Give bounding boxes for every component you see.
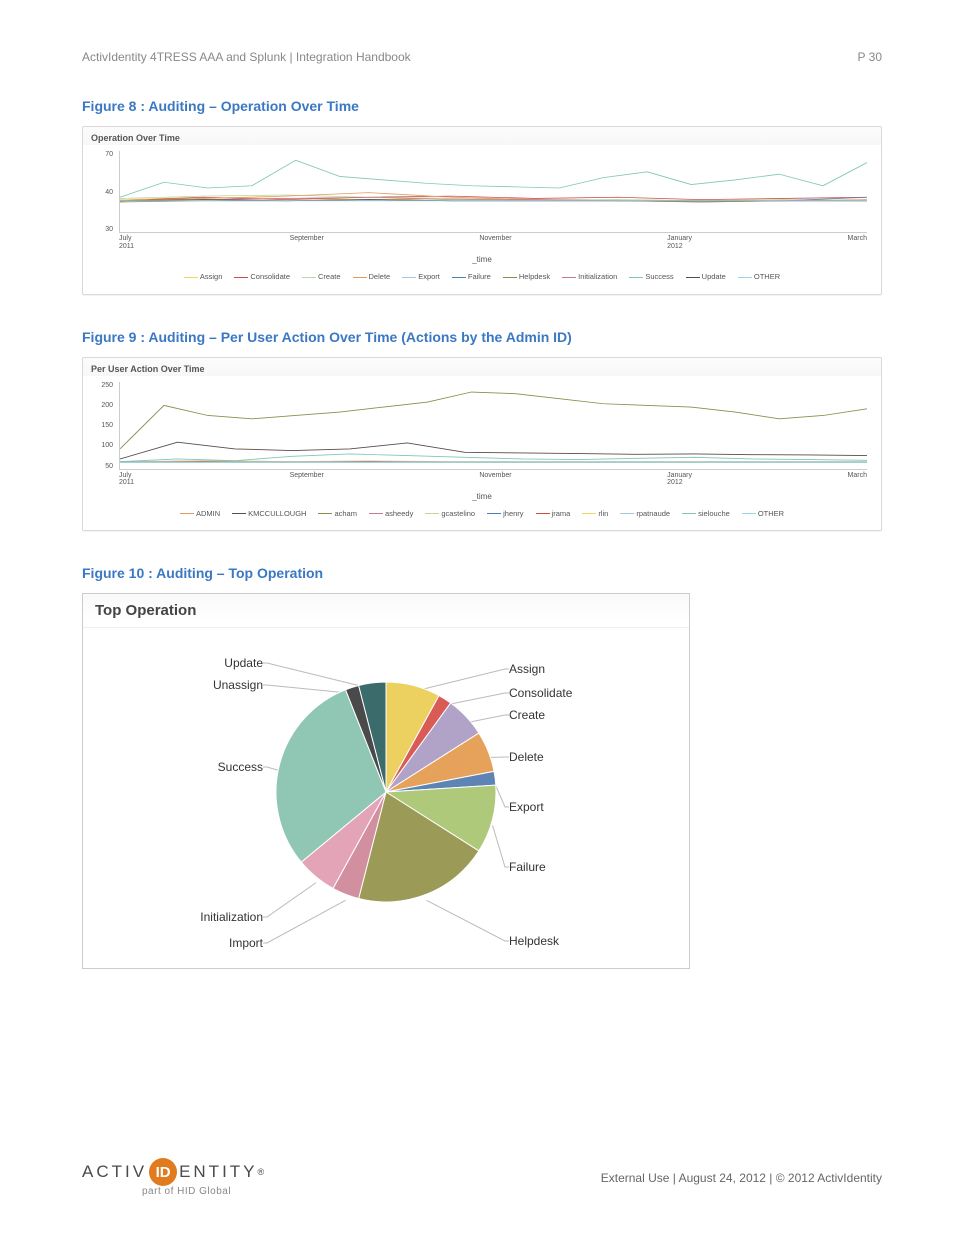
- legend-item: Failure: [452, 270, 491, 284]
- chart2-plot-area: [120, 382, 867, 469]
- legend-item: ADMIN: [180, 507, 220, 521]
- header-page-number: P 30: [858, 50, 882, 64]
- chart-top-operation: Top Operation Import Initialization Succes…: [82, 593, 690, 969]
- legend-item: KMCCULLOUGH: [232, 507, 306, 521]
- legend-item: jrama: [536, 507, 571, 521]
- logo-registered-mark: ®: [258, 1167, 265, 1177]
- legend-item: Initialization: [562, 270, 617, 284]
- chart-per-user-action-over-time: Per User Action Over Time 25020015010050…: [82, 357, 882, 532]
- logo-subtitle: part of HID Global: [142, 1186, 231, 1197]
- legend-item: Assign: [184, 270, 223, 284]
- legend-item: jhenry: [487, 507, 523, 521]
- pie-label: Unassign: [213, 678, 263, 692]
- chart2-x-title: _time: [85, 492, 879, 501]
- legend-item: OTHER: [738, 270, 780, 284]
- pie-label: Delete: [509, 750, 544, 764]
- legend-item: asheedy: [369, 507, 413, 521]
- figure-9-caption: Figure 9 : Auditing – Per User Action Ov…: [82, 329, 882, 345]
- pie-label: Update: [224, 656, 263, 670]
- footer-text: External Use | August 24, 2012 | © 2012 …: [601, 1171, 882, 1185]
- logo-id-badge: ID: [149, 1158, 177, 1186]
- pie-label: Import: [229, 936, 263, 950]
- legend-item: gcastelino: [425, 507, 475, 521]
- figure-8-caption: Figure 8 : Auditing – Operation Over Tim…: [82, 98, 882, 114]
- legend-item: sielouche: [682, 507, 730, 521]
- chart1-y-axis: 704030: [93, 149, 115, 233]
- legend-item: Update: [686, 270, 726, 284]
- activ-identity-logo: ACTIV ID ENTITY ® part of HID Global: [82, 1158, 264, 1197]
- chart2-legend: ADMIN KMCCULLOUGH acham asheedy gcastelino jh…: [85, 501, 879, 521]
- chart2-title: Per User Action Over Time: [85, 360, 879, 378]
- legend-item: rpatnaude: [620, 507, 670, 521]
- chart1-plot-area: [120, 151, 867, 232]
- logo-text-activ: ACTIV: [82, 1162, 147, 1182]
- pie-label: Failure: [509, 860, 546, 874]
- legend-item: Success: [629, 270, 673, 284]
- pie-chart: [266, 672, 506, 912]
- legend-item: rlin: [582, 507, 608, 521]
- chart1-title: Operation Over Time: [85, 129, 879, 147]
- header-left: ActivIdentity 4TRESS AAA and Splunk | In…: [82, 50, 411, 64]
- pie-label: Initialization: [200, 910, 263, 924]
- legend-item: Helpdesk: [503, 270, 550, 284]
- pie-label: Create: [509, 708, 545, 722]
- legend-item: OTHER: [742, 507, 784, 521]
- chart3-title: Top Operation: [83, 594, 689, 628]
- logo-text-entity: ENTITY: [179, 1162, 257, 1182]
- legend-item: acham: [318, 507, 357, 521]
- legend-item: Consolidate: [234, 270, 290, 284]
- legend-item: Delete: [353, 270, 391, 284]
- chart1-x-axis: July 2011SeptemberNovemberJanuary 2012Ma…: [119, 235, 867, 253]
- chart2-y-axis: 25020015010050: [93, 380, 115, 470]
- figure-10-caption: Figure 10 : Auditing – Top Operation: [82, 565, 882, 581]
- chart-operation-over-time: Operation Over Time 704030 July 2011Sept…: [82, 126, 882, 295]
- pie-label: Helpdesk: [509, 934, 559, 948]
- pie-label: Export: [509, 800, 544, 814]
- chart1-legend: Assign Consolidate Create Delete Export Failu…: [85, 264, 879, 284]
- chart1-x-title: _time: [85, 255, 879, 264]
- pie-labels-left: Import Initialization Success Unassign Updat…: [113, 650, 263, 956]
- legend-item: Create: [302, 270, 341, 284]
- pie-label: Assign: [509, 662, 545, 676]
- pie-labels-right: Assign Consolidate Create Delete Export Failu…: [509, 650, 659, 956]
- pie-label: Success: [218, 760, 263, 774]
- pie-label: Consolidate: [509, 686, 572, 700]
- chart2-x-axis: July 2011SeptemberNovemberJanuary 2012Ma…: [119, 472, 867, 490]
- legend-item: Export: [402, 270, 440, 284]
